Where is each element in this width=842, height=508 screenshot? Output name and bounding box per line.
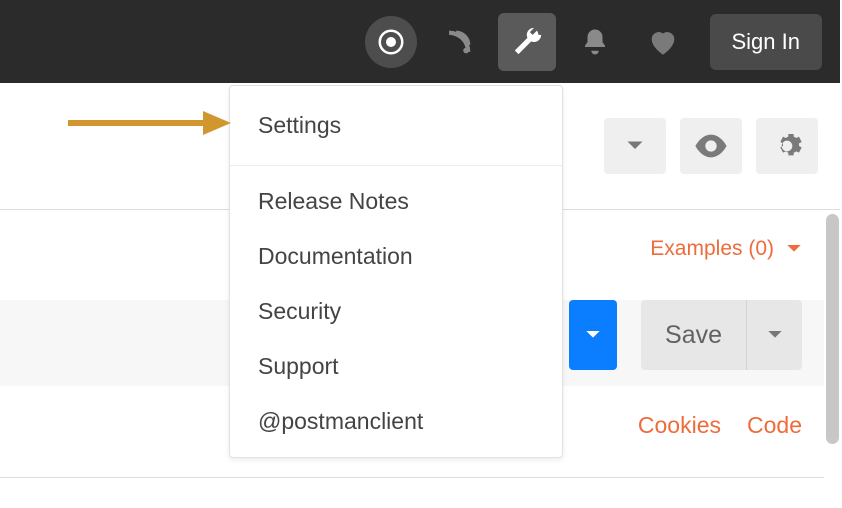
sign-in-label: Sign In [732, 29, 801, 55]
wrench-icon [510, 25, 544, 59]
save-label: Save [665, 321, 722, 350]
wrench-icon-button[interactable] [498, 13, 556, 71]
sync-circle-icon [365, 16, 417, 68]
cookies-link[interactable]: Cookies [638, 412, 721, 439]
caret-down-icon [767, 329, 783, 341]
satellite-icon-button[interactable] [430, 13, 488, 71]
menu-item-support[interactable]: Support [230, 339, 562, 394]
gear-icon [771, 130, 803, 162]
divider [0, 477, 824, 478]
visibility-button[interactable] [680, 118, 742, 174]
menu-item-documentation[interactable]: Documentation [230, 229, 562, 284]
sync-icon-button[interactable] [362, 13, 420, 71]
bell-icon [580, 27, 610, 57]
send-dropdown-button[interactable] [569, 300, 617, 370]
cookies-code-links: Cookies Code [638, 412, 802, 439]
save-button-group: Save [641, 300, 802, 370]
bell-icon-button[interactable] [566, 13, 624, 71]
scrollbar-thumb[interactable] [826, 214, 839, 444]
annotation-arrow-icon [63, 108, 233, 138]
heart-icon-button[interactable] [634, 13, 692, 71]
caret-down-icon [626, 140, 644, 152]
heart-icon [646, 25, 680, 59]
menu-item-settings[interactable]: Settings [230, 86, 562, 166]
code-link[interactable]: Code [747, 412, 802, 439]
save-dropdown-button[interactable] [746, 300, 802, 370]
menu-item-security[interactable]: Security [230, 284, 562, 339]
examples-dropdown[interactable]: Examples (0) [650, 237, 802, 261]
send-save-group: Save [569, 300, 802, 370]
caret-down-icon [585, 329, 601, 341]
top-bar: Sign In [0, 0, 840, 83]
examples-label: Examples (0) [650, 237, 774, 261]
eye-icon [694, 134, 728, 158]
settings-dropdown-menu: Settings Release Notes Documentation Sec… [229, 85, 563, 458]
menu-item-twitter[interactable]: @postmanclient [230, 394, 562, 457]
save-button[interactable]: Save [641, 300, 746, 370]
dropdown-toggle-button[interactable] [604, 118, 666, 174]
satellite-icon [442, 25, 476, 59]
settings-gear-button[interactable] [756, 118, 818, 174]
menu-item-release-notes[interactable]: Release Notes [230, 166, 562, 229]
caret-down-icon [786, 237, 802, 261]
sign-in-button[interactable]: Sign In [710, 14, 823, 70]
